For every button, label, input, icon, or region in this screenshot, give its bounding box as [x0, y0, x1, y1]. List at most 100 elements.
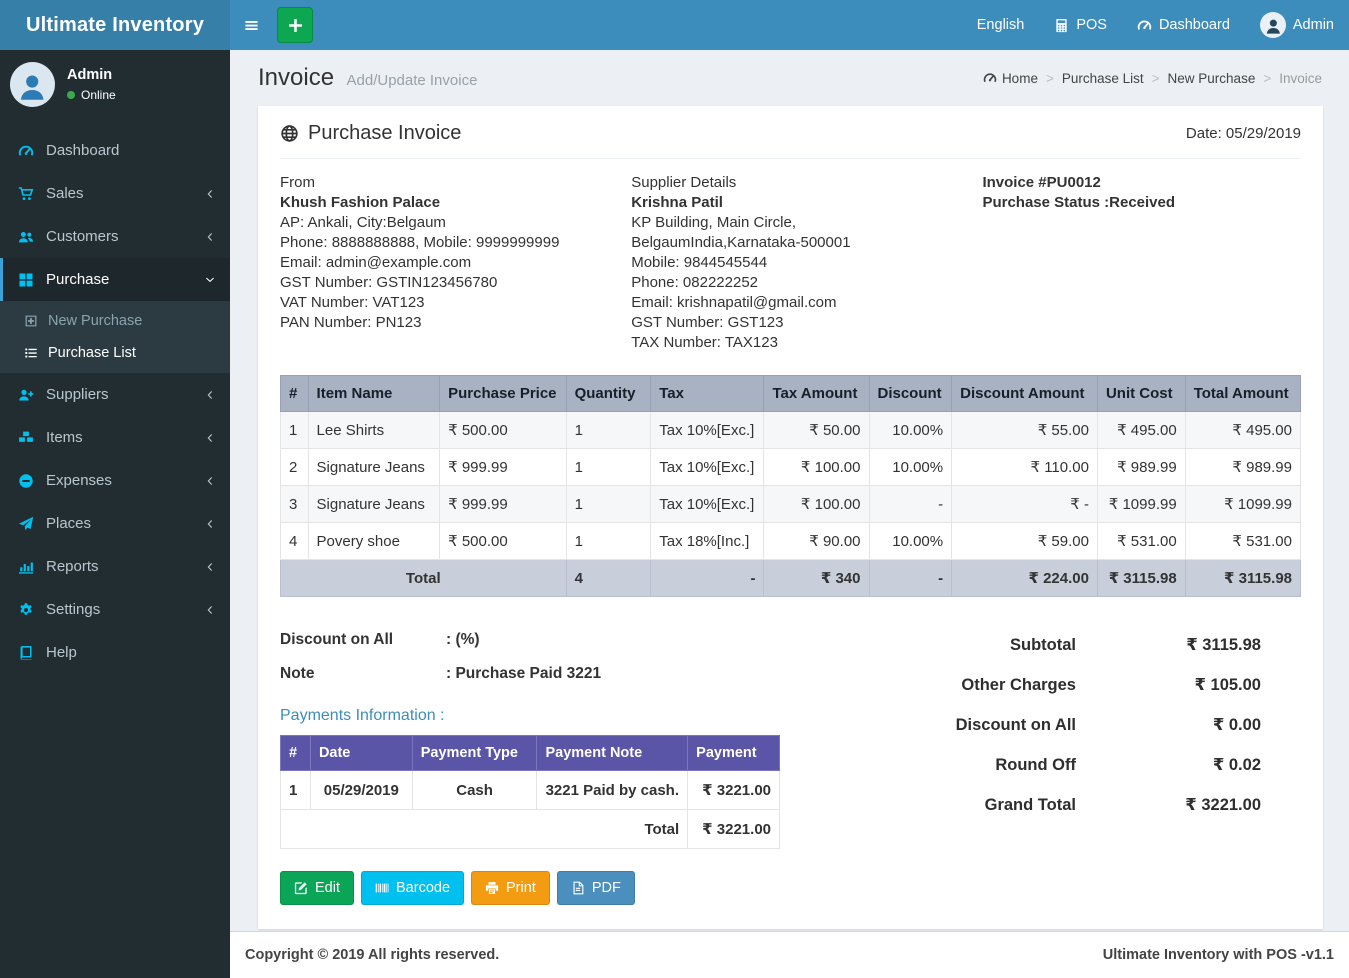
column-header: Purchase Price: [439, 375, 567, 412]
table-cell: Povery shoe: [307, 522, 441, 560]
sidebar-item-places[interactable]: Places: [0, 502, 230, 545]
chevron-left-icon: [205, 519, 215, 529]
summary-grand-total: Grand Total ₹ 3221.00: [984, 795, 1261, 815]
footer: Copyright © 2019 All rights reserved. Ul…: [230, 931, 1349, 978]
discount-on-all-row: Discount on All : (%): [280, 631, 480, 648]
table-cell: 10.00%: [868, 411, 953, 449]
barcode-button[interactable]: Barcode: [361, 871, 465, 905]
table-cell: ₹ 59.00: [951, 522, 1098, 560]
sidebar-item-new-purchase[interactable]: New Purchase: [0, 305, 230, 337]
table-cell: 1: [565, 485, 652, 523]
table-cell: Lee Shirts: [307, 411, 441, 449]
table-cell: ₹ 3221.00: [687, 770, 780, 810]
discount-on-all-value: : (%): [446, 631, 480, 648]
paper-plane-icon: [18, 516, 34, 532]
language-label: English: [976, 17, 1025, 33]
sidebar-toggle-button[interactable]: [230, 0, 273, 50]
column-header: Discount Amount: [951, 375, 1098, 412]
sidebar-item-expenses[interactable]: Expenses: [0, 459, 230, 502]
sidebar-item-reports[interactable]: Reports: [0, 545, 230, 588]
invoice-meta: Invoice #PU0012 Purchase Status :Receive…: [982, 173, 1301, 353]
table-cell: -: [868, 485, 953, 523]
table-cell: Tax 10%[Exc.]: [650, 411, 765, 449]
pos-link[interactable]: POS: [1039, 0, 1122, 50]
gauge-icon: [1137, 18, 1152, 33]
sidebar-item-dashboard[interactable]: Dashboard: [0, 129, 230, 172]
payments-header-row: # Date Payment Type Payment Note Payment: [280, 735, 780, 771]
payments-table: # Date Payment Type Payment Note Payment…: [279, 735, 780, 849]
supplier-mobile: Mobile: 9844545544: [631, 254, 768, 271]
edit-button[interactable]: Edit: [280, 871, 354, 905]
breadcrumb-purchase-list[interactable]: Purchase List: [1062, 71, 1144, 86]
invoice-actions: Edit Barcode Print PDF: [280, 871, 862, 905]
column-header: Date: [309, 735, 413, 771]
sidebar-item-sales[interactable]: Sales: [0, 172, 230, 215]
printer-icon: [485, 881, 499, 895]
bar-chart-icon: [18, 559, 34, 575]
chevron-left-icon: [205, 433, 215, 443]
sidebar-item-help[interactable]: Help: [0, 631, 230, 674]
dashboard-link[interactable]: Dashboard: [1122, 0, 1245, 50]
pdf-button[interactable]: PDF: [556, 871, 635, 905]
language-menu[interactable]: English: [962, 0, 1040, 50]
table-row: 1 Lee Shirts ₹ 500.00 1 Tax 10%[Exc.] ₹ …: [280, 411, 1302, 449]
sidebar-item-purchase[interactable]: Purchase: [0, 258, 230, 301]
supplier-phone: Phone: 082222252: [631, 274, 759, 291]
print-button[interactable]: Print: [471, 871, 550, 905]
table-cell: Tax 18%[Inc.]: [650, 522, 765, 560]
sidebar-item-items[interactable]: Items: [0, 416, 230, 459]
table-cell: ₹ 500.00: [439, 522, 567, 560]
table-cell: ₹ 531.00: [1184, 522, 1302, 560]
minus-circle-icon: [18, 473, 34, 489]
chevron-left-icon: [205, 476, 215, 486]
table-cell: 4: [280, 522, 309, 560]
brand-title: Ultimate Inventory: [25, 13, 205, 36]
payments-total-label: Total: [279, 809, 689, 849]
sidebar-menu: Dashboard Sales Customers Purchase New P…: [0, 129, 230, 674]
total-discount: -: [868, 559, 953, 597]
sidebar-item-suppliers[interactable]: Suppliers: [0, 373, 230, 416]
user-menu[interactable]: Admin: [1245, 0, 1349, 50]
breadcrumb-current: Invoice: [1279, 70, 1322, 86]
table-cell: 1: [280, 770, 311, 810]
breadcrumb-separator: >: [1045, 70, 1054, 86]
quick-add-button[interactable]: [277, 7, 313, 43]
totals-summary: Subtotal ₹ 3115.98 Other Charges ₹ 105.0…: [862, 623, 1301, 905]
column-header: Item Name: [307, 375, 441, 412]
column-header: Unit Cost: [1096, 375, 1186, 412]
supplier-name: Krishna Patil: [631, 194, 723, 211]
content-header: Invoice Add/Update Invoice Home > Purcha…: [230, 50, 1349, 96]
table-cell: 1: [565, 448, 652, 486]
sidebar-item-purchase-list[interactable]: Purchase List: [0, 337, 230, 369]
supplier-tax: TAX Number: TAX123: [631, 334, 778, 351]
table-cell: ₹ 90.00: [763, 522, 870, 560]
dashboard-label: Dashboard: [1158, 17, 1230, 33]
breadcrumb-new-purchase[interactable]: New Purchase: [1168, 71, 1256, 86]
person-icon: [16, 71, 48, 103]
brand-logo[interactable]: Ultimate Inventory: [0, 0, 230, 50]
chevron-down-icon: [205, 275, 215, 285]
chevron-left-icon: [205, 189, 215, 199]
online-status: Online: [67, 88, 116, 102]
from-section: From Khush Fashion Palace AP: Ankali, Ci…: [280, 173, 631, 353]
items-table-total-row: Total 4 - ₹ 340 - ₹ 224.00 ₹ 3115.98 ₹ 3…: [280, 559, 1302, 597]
table-cell: 10.00%: [868, 522, 953, 560]
sidebar-user-panel: Admin Online: [0, 50, 230, 121]
sidebar-item-customers[interactable]: Customers: [0, 215, 230, 258]
column-header: #: [280, 375, 309, 412]
cubes-icon: [18, 430, 34, 446]
column-header: #: [280, 735, 311, 771]
supplier-heading: Supplier Details: [631, 174, 737, 191]
from-address: AP: Ankali, City:Belgaum: [280, 214, 446, 231]
sidebar-item-settings[interactable]: Settings: [0, 588, 230, 631]
table-row: 3 Signature Jeans ₹ 999.99 1 Tax 10%[Exc…: [280, 485, 1302, 523]
items-table-header-row: # Item Name Purchase Price Quantity Tax …: [280, 375, 1302, 412]
supplier-address: KP Building, Main Circle, BelgaumIndia,K…: [631, 214, 851, 251]
breadcrumb-separator: >: [1263, 70, 1272, 86]
table-cell: ₹ 100.00: [763, 448, 870, 486]
top-navbar: Ultimate Inventory English POS Dashboard: [0, 0, 1349, 50]
table-cell: 05/29/2019: [309, 770, 413, 810]
table-cell: ₹ 1099.99: [1096, 485, 1186, 523]
breadcrumb-home[interactable]: Home: [983, 71, 1038, 86]
gauge-icon: [18, 143, 34, 159]
